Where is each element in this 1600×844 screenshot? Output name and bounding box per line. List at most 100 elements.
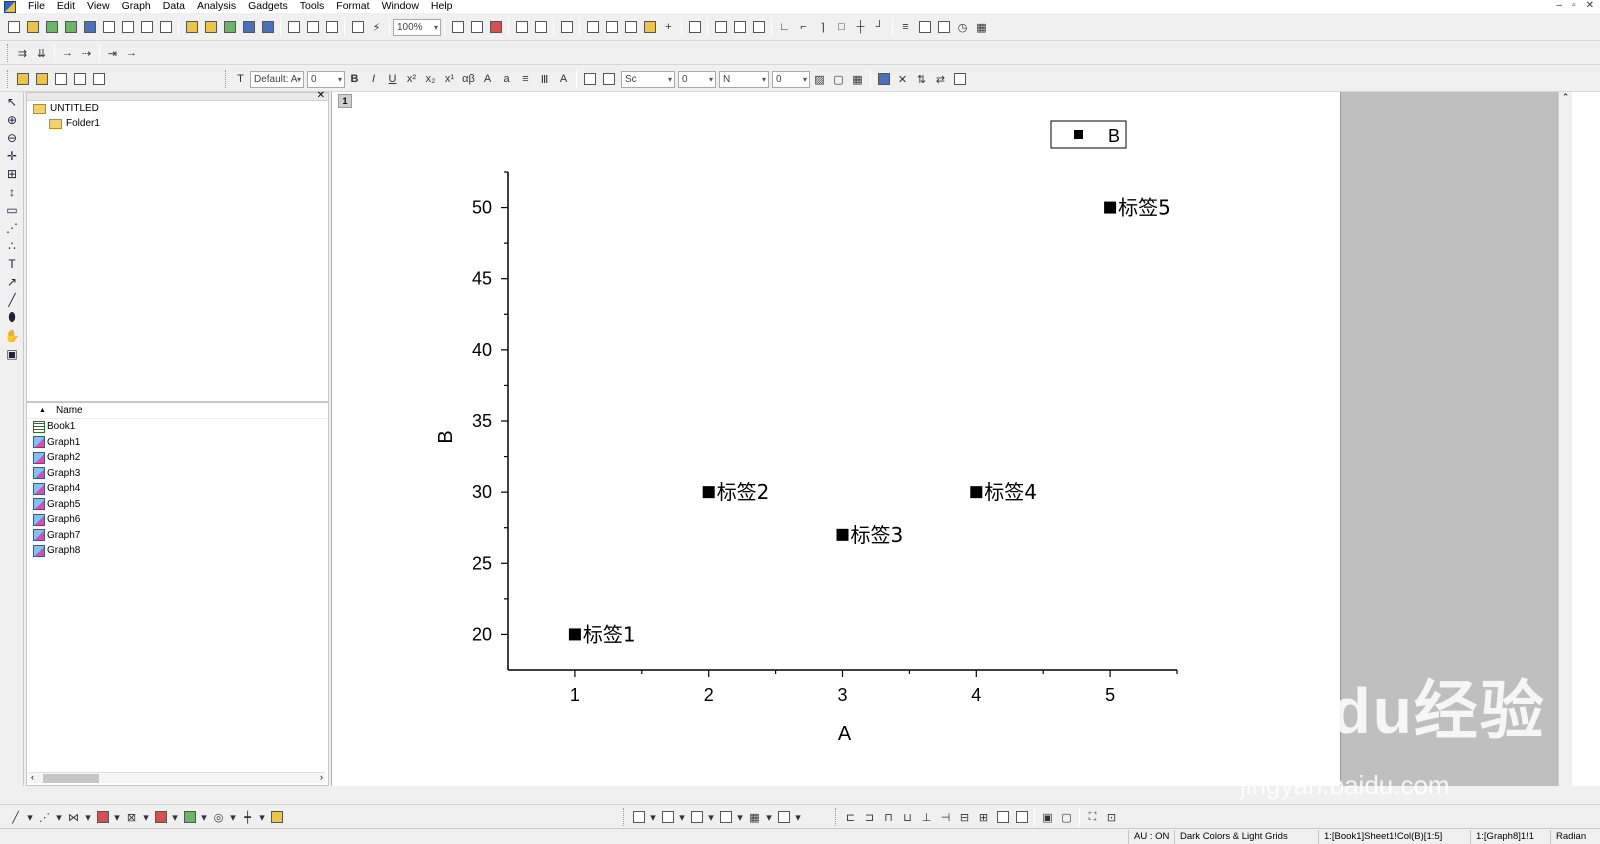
dropdown-icon[interactable]: ▾ [84, 809, 92, 826]
fit-layer-icon[interactable]: ⊡ [1103, 809, 1120, 826]
arrow-tool-icon[interactable]: ↗ [2, 273, 22, 290]
increase-font-icon[interactable]: A [479, 71, 496, 88]
new-function-icon[interactable] [119, 19, 136, 36]
data-selector-icon[interactable]: ↕ [2, 183, 22, 200]
explorer-item[interactable]: Book1 [27, 419, 328, 435]
align-left-icon[interactable]: ⊏ [842, 809, 859, 826]
box-plot-icon[interactable]: ⊠ [123, 809, 140, 826]
explorer-item[interactable]: Graph2 [27, 450, 328, 466]
dropdown-icon[interactable]: ▾ [765, 809, 773, 826]
results-log-icon[interactable] [584, 19, 601, 36]
greek-icon[interactable]: αβ [460, 71, 477, 88]
scatter-plot-icon[interactable]: ⋰ [36, 809, 53, 826]
table-icon[interactable]: ▦ [973, 19, 990, 36]
line-symbol-plot-icon[interactable]: ⋈ [65, 809, 82, 826]
line-plot-icon[interactable]: ╱ [7, 809, 24, 826]
grid-icon[interactable]: ▦ [849, 71, 866, 88]
3d-scatter-icon[interactable] [717, 809, 734, 826]
menu-tools[interactable]: Tools [294, 0, 331, 13]
explorer-item[interactable]: Graph8 [27, 543, 328, 559]
new-matrix-icon[interactable] [100, 19, 117, 36]
horizontal-scrollbar[interactable]: ‹ › [29, 772, 325, 783]
import-ascii-icon[interactable] [304, 19, 321, 36]
restore-icon[interactable]: ▫ [1572, 0, 1576, 11]
folder-up-icon[interactable] [33, 71, 50, 88]
new-layout-icon[interactable] [138, 19, 155, 36]
layer-arrange-icon[interactable] [712, 19, 729, 36]
3d-bar-icon[interactable] [659, 809, 676, 826]
3d-matrix-icon[interactable]: ▦ [746, 809, 763, 826]
lines-icon[interactable]: ≡ [897, 19, 914, 36]
underline-icon[interactable]: U [384, 71, 401, 88]
bring-front-icon[interactable] [994, 809, 1011, 826]
move-left-icon[interactable]: ⇢ [78, 45, 95, 62]
new-excel-icon[interactable] [62, 19, 79, 36]
format-mark-icon[interactable] [90, 71, 107, 88]
duplicate-icon[interactable] [349, 19, 366, 36]
same-height-icon[interactable]: ⊞ [975, 809, 992, 826]
hatch-icon[interactable]: ▨ [811, 71, 828, 88]
scroll-left-icon[interactable]: ‹ [31, 772, 34, 782]
data-reader-icon[interactable]: ⊞ [2, 165, 22, 182]
menu-help[interactable]: Help [425, 0, 459, 13]
timestamp-icon[interactable]: ◷ [954, 19, 971, 36]
dropdown-icon[interactable]: ▾ [142, 809, 150, 826]
locate-icon[interactable] [71, 71, 88, 88]
3d-rotate-icon[interactable] [775, 809, 792, 826]
decrease-font-icon[interactable]: a [498, 71, 515, 88]
explorer-item[interactable]: Graph4 [27, 481, 328, 497]
line-width-select[interactable]: 0 ▾ [678, 70, 716, 88]
pattern-size-select[interactable]: 0 ▾ [772, 70, 810, 88]
subscript-icon[interactable]: x₂ [422, 71, 439, 88]
dropdown-icon[interactable]: ▾ [736, 809, 744, 826]
new-graph-icon[interactable] [81, 19, 98, 36]
draw-data-icon[interactable]: ⋰ [2, 219, 22, 236]
code-builder-icon[interactable] [513, 19, 530, 36]
zoom-out-icon[interactable]: ⊖ [2, 129, 22, 146]
import-icon[interactable] [285, 19, 302, 36]
ungroup-icon[interactable]: ▢ [1058, 809, 1075, 826]
close-icon[interactable]: ✕ [1586, 0, 1594, 11]
contour-plot-icon[interactable]: ◎ [210, 809, 227, 826]
tree-root[interactable]: UNTITLED [27, 101, 328, 116]
explorer-item[interactable]: Graph7 [27, 528, 328, 544]
align-right-icon[interactable]: ⊐ [861, 809, 878, 826]
line-style-select[interactable]: Sc ▾ [621, 70, 675, 88]
screen-reader-icon[interactable]: ✛ [2, 147, 22, 164]
menu-graph[interactable]: Graph [116, 0, 157, 13]
zoom-select[interactable]: 100% ▾ [393, 18, 441, 36]
scroll-right-icon[interactable]: › [320, 772, 323, 782]
swap-icon[interactable]: ⇄ [932, 71, 949, 88]
rescale-icon[interactable] [686, 19, 703, 36]
dropdown-icon[interactable]: ▾ [26, 809, 34, 826]
menu-format[interactable]: Format [330, 0, 375, 13]
color-scale-icon[interactable] [935, 19, 952, 36]
fill-color-icon[interactable] [581, 71, 598, 88]
add-button-icon[interactable]: + [660, 19, 677, 36]
extract-layers-icon[interactable] [750, 19, 767, 36]
axis-cross-icon[interactable]: ┼ [852, 19, 869, 36]
region-select-icon[interactable]: ▭ [2, 201, 22, 218]
fit-page-icon[interactable]: ⛶ [1084, 809, 1101, 826]
import-multi-icon[interactable] [323, 19, 340, 36]
dropdown-icon[interactable]: ▾ [55, 809, 63, 826]
project-explorer-icon[interactable] [558, 19, 575, 36]
column-plot-icon[interactable] [94, 809, 111, 826]
arrange-cols-icon[interactable]: ⇊ [33, 45, 50, 62]
shift-right-2-icon[interactable]: → [123, 45, 140, 62]
scatter-draw-icon[interactable]: ∴ [2, 237, 22, 254]
stats-plot-icon[interactable] [152, 809, 169, 826]
column-icon[interactable]: Ⅲ [536, 71, 553, 88]
open-template-icon[interactable] [202, 19, 219, 36]
menu-data[interactable]: Data [157, 0, 191, 13]
hand-tool-icon[interactable]: ✋ [2, 327, 22, 344]
save-template-icon[interactable] [259, 19, 276, 36]
axis-top-icon[interactable]: ⌐ [795, 19, 812, 36]
legend-icon[interactable] [916, 19, 933, 36]
pattern-select[interactable]: N ▾ [719, 70, 769, 88]
open-excel-icon[interactable] [221, 19, 238, 36]
menu-window[interactable]: Window [376, 0, 425, 13]
dropdown-icon[interactable]: ▾ [649, 809, 657, 826]
minimize-icon[interactable]: ‒ [1557, 0, 1563, 11]
area-plot-icon[interactable] [181, 809, 198, 826]
